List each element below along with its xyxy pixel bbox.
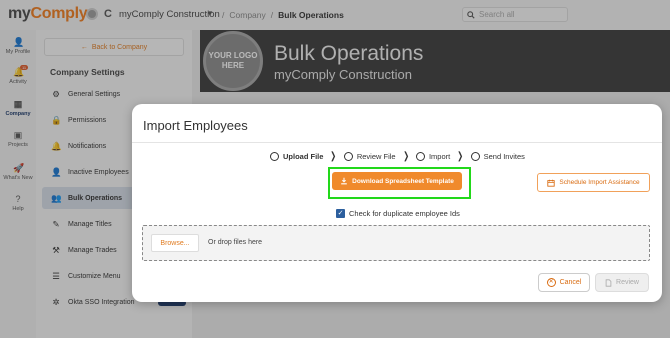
step-label: Review File xyxy=(356,152,396,161)
step-label: Upload File xyxy=(283,152,324,161)
review-button[interactable]: Review xyxy=(595,273,649,292)
step-label: Import xyxy=(428,152,451,161)
step-send-invites: Send Invites xyxy=(470,152,525,161)
file-dropzone[interactable]: Browse... Or drop files here xyxy=(142,225,650,261)
modal-title: Import Employees xyxy=(143,118,248,133)
close-icon: ✕ xyxy=(546,278,556,287)
step-circle-icon xyxy=(270,152,279,161)
review-label: Review xyxy=(616,279,639,286)
calendar-icon xyxy=(547,179,556,187)
step-label: Send Invites xyxy=(483,152,525,161)
cancel-label: Cancel xyxy=(559,279,582,286)
browse-button[interactable]: Browse... xyxy=(151,234,199,252)
schedule-assistance-button[interactable]: Schedule Import Assistance xyxy=(537,173,650,192)
drop-hint: Or drop files here xyxy=(208,239,263,246)
download-label: Download Spreadsheet Template xyxy=(352,177,454,185)
assistance-label: Schedule Import Assistance xyxy=(559,179,640,186)
import-stepper: Upload File ❯ Review File ❯ Import ❯ Sen… xyxy=(270,151,525,162)
step-import: Import xyxy=(415,152,451,161)
chevron-right-icon: ❯ xyxy=(457,151,464,162)
chevron-right-icon: ❯ xyxy=(402,151,409,162)
cancel-button[interactable]: ✕ Cancel xyxy=(538,273,590,292)
step-circle-icon xyxy=(343,152,353,161)
download-template-button[interactable]: Download Spreadsheet Template xyxy=(332,172,462,190)
duplicate-check-checkbox[interactable]: ✓ xyxy=(336,209,345,218)
import-employees-modal: Import Employees Upload File ❯ Review Fi… xyxy=(132,104,662,302)
duplicate-check-row: ✓ Check for duplicate employee Ids xyxy=(336,209,460,218)
step-circle-icon xyxy=(415,152,425,161)
chevron-right-icon: ❯ xyxy=(330,151,337,162)
duplicate-check-label[interactable]: Check for duplicate employee Ids xyxy=(349,209,460,218)
modal-divider xyxy=(132,142,662,143)
download-icon xyxy=(341,177,347,185)
document-icon xyxy=(605,278,612,287)
step-circle-icon xyxy=(470,152,480,161)
step-upload-file: Upload File xyxy=(270,152,323,161)
step-review-file: Review File xyxy=(343,152,396,161)
